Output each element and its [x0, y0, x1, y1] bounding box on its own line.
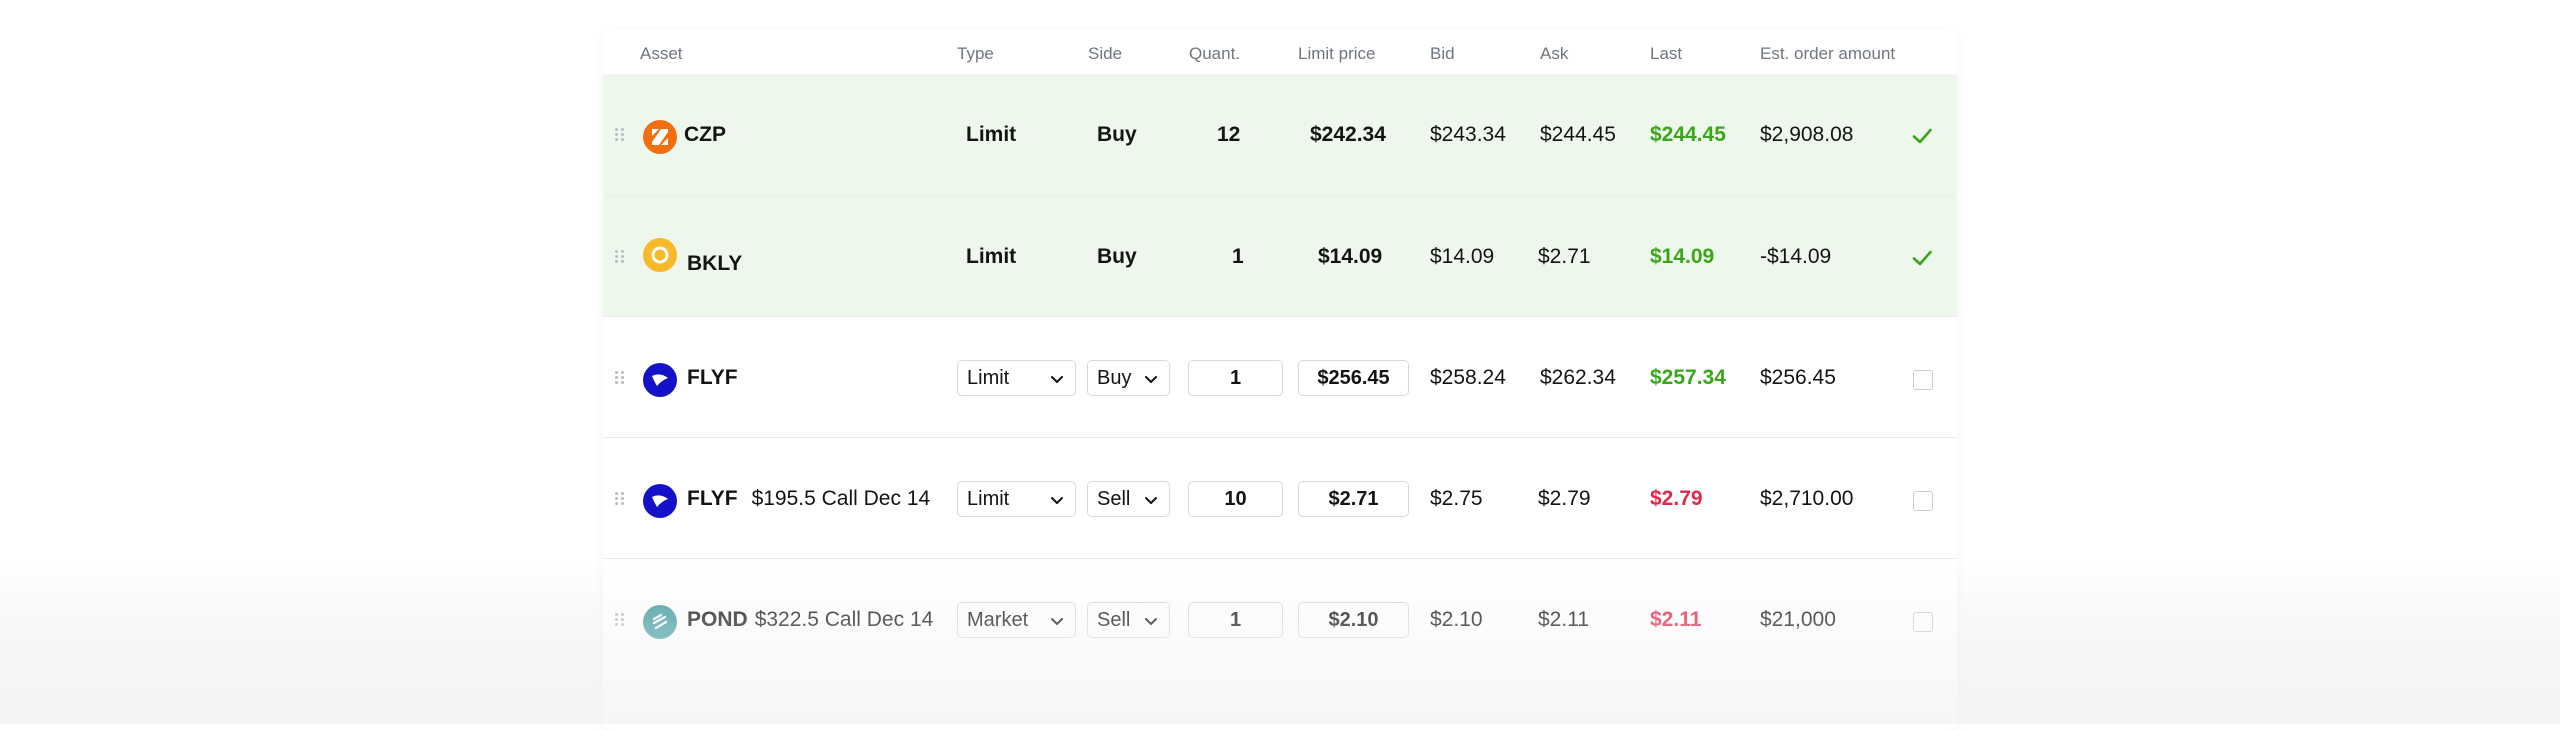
last-price: $244.45 — [1650, 122, 1726, 146]
chevron-down-icon — [1145, 618, 1157, 625]
order-type-select[interactable]: Limit — [957, 360, 1076, 396]
pond-logo-icon — [643, 605, 677, 639]
last-price: $14.09 — [1650, 244, 1715, 268]
order-side: Buy — [1097, 122, 1137, 146]
order-side-value: Sell — [1097, 487, 1131, 510]
header-type: Type — [957, 44, 994, 63]
quantity-input[interactable]: 1 — [1188, 360, 1283, 396]
limit-price: $242.34 — [1310, 122, 1386, 146]
last-price: $2.79 — [1650, 486, 1703, 510]
header-ask: Ask — [1540, 44, 1569, 63]
est-order-amount: -$14.09 — [1760, 244, 1832, 268]
header-bid: Bid — [1430, 44, 1455, 63]
ask-price: $2.71 — [1538, 244, 1591, 268]
row-checkbox[interactable] — [1913, 491, 1933, 511]
header-asset: Asset — [640, 44, 683, 63]
chevron-down-icon — [1145, 497, 1157, 504]
chevron-down-icon — [1051, 376, 1063, 383]
bid-price: $14.09 — [1430, 244, 1495, 268]
flyf-logo-icon — [643, 484, 677, 518]
order-type-value: Limit — [967, 366, 1010, 389]
est-order-amount: $256.45 — [1760, 365, 1836, 389]
asset-ticker: FLYF — [687, 486, 738, 510]
asset-ticker: POND — [687, 607, 748, 631]
drag-handle-icon[interactable] — [615, 250, 627, 263]
row-checkbox[interactable] — [1913, 370, 1933, 390]
header-quantity: Quant. — [1189, 44, 1241, 63]
order-type: Limit — [966, 122, 1017, 146]
asset-ticker: FLYF — [687, 365, 738, 389]
order-type-select[interactable]: Limit — [957, 481, 1076, 517]
limit-price-input[interactable]: $2.71 — [1298, 481, 1409, 517]
quantity-input[interactable]: 1 — [1188, 602, 1283, 638]
order-side-select[interactable]: Sell — [1087, 481, 1170, 517]
header-est-order-amount: Est. order amount — [1760, 44, 1896, 63]
ask-price: $2.11 — [1538, 607, 1589, 631]
checkmark-icon — [1912, 128, 1932, 144]
bid-price: $2.75 — [1430, 486, 1483, 510]
quantity-input[interactable]: 10 — [1188, 481, 1283, 517]
order-side-select[interactable]: Buy — [1087, 360, 1170, 396]
order-table: Asset Type Side Quant. Limit price Bid A… — [603, 30, 1957, 730]
table-row: FLYF Limit Buy 1 $256.45 $258.24 $262.34… — [603, 316, 1957, 437]
est-order-amount: $2,908.08 — [1760, 122, 1854, 146]
ask-price: $244.45 — [1540, 122, 1616, 146]
order-side-select[interactable]: Sell — [1087, 602, 1170, 638]
ask-price: $2.79 — [1538, 486, 1591, 510]
order-quantity: 12 — [1217, 122, 1241, 146]
chevron-down-icon — [1051, 497, 1063, 504]
asset-ticker: CZP — [684, 122, 726, 146]
drag-handle-icon[interactable] — [615, 371, 627, 384]
order-type-value: Limit — [967, 487, 1010, 510]
header-last: Last — [1650, 44, 1683, 63]
bid-price: $258.24 — [1430, 365, 1506, 389]
table-row: FLYF $195.5 Call Dec 14 Limit Sell 10 $2… — [603, 437, 1957, 558]
drag-handle-icon[interactable] — [615, 128, 627, 141]
ask-price: $262.34 — [1540, 365, 1616, 389]
order-type-select[interactable]: Market — [957, 602, 1076, 638]
table-row: BKLY Limit Buy 1 $14.09 $14.09 $2.71 $14… — [603, 195, 1957, 316]
table-row: POND $322.5 Call Dec 14 Market Sell 1 $2… — [603, 558, 1957, 679]
header-limit-price: Limit price — [1298, 44, 1376, 63]
limit-price-input[interactable]: $256.45 — [1298, 360, 1409, 396]
option-contract: $322.5 Call Dec 14 — [754, 607, 934, 631]
last-price: $2.11 — [1650, 607, 1702, 631]
row-checkbox[interactable] — [1913, 612, 1933, 632]
last-price: $257.34 — [1650, 365, 1726, 389]
header-side: Side — [1088, 44, 1123, 63]
table-header: Asset Type Side Quant. Limit price Bid A… — [603, 30, 1957, 74]
asset-ticker: BKLY — [687, 251, 743, 275]
order-side: Buy — [1097, 244, 1137, 268]
order-type: Limit — [966, 244, 1017, 268]
drag-handle-icon[interactable] — [615, 492, 627, 505]
bid-price: $243.34 — [1430, 122, 1506, 146]
limit-price-input[interactable]: $2.10 — [1298, 602, 1409, 638]
chevron-down-icon — [1051, 618, 1063, 625]
est-order-amount: $21,000 — [1760, 607, 1836, 631]
order-type-value: Market — [967, 608, 1029, 631]
order-side-value: Sell — [1097, 608, 1131, 631]
czp-logo-icon — [643, 120, 677, 154]
drag-handle-icon[interactable] — [615, 613, 627, 626]
option-contract: $195.5 Call Dec 14 — [751, 486, 931, 510]
chevron-down-icon — [1145, 376, 1157, 383]
bkly-logo-icon — [643, 238, 677, 272]
checkmark-icon — [1912, 250, 1932, 266]
flyf-logo-icon — [643, 363, 677, 397]
limit-price: $14.09 — [1318, 244, 1383, 268]
order-side-value: Buy — [1097, 366, 1132, 389]
table-row: CZP Limit Buy 12 $242.34 $243.34 $244.45… — [603, 74, 1957, 195]
bid-price: $2.10 — [1430, 607, 1483, 631]
est-order-amount: $2,710.00 — [1760, 486, 1854, 510]
order-quantity: 1 — [1232, 244, 1244, 268]
